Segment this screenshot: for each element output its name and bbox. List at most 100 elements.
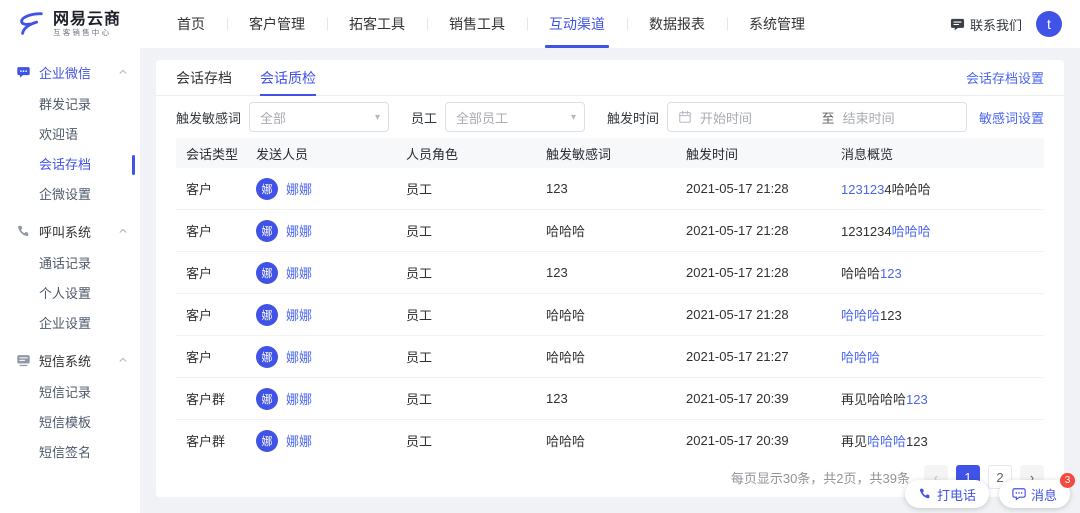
call-button[interactable]: 打电话	[905, 480, 989, 508]
nav-item[interactable]: 互动渠道	[527, 0, 627, 48]
chevron-down-icon: ▾	[375, 112, 380, 123]
sidebar-item[interactable]: 会话存档	[0, 150, 140, 180]
sidebar: 企业微信群发记录欢迎语会话存档企微设置呼叫系统通话记录个人设置企业设置短信系统短…	[0, 48, 140, 513]
cell-keyword: 123	[536, 181, 676, 196]
cell-trigger-time: 2021-05-17 20:39	[676, 391, 831, 406]
cell-sender: 娜娜娜	[246, 388, 396, 410]
highlighted-keyword[interactable]: 123	[880, 266, 902, 281]
cell-trigger-time: 2021-05-17 20:39	[676, 433, 831, 448]
floating-buttons: 打电话 消息 3	[905, 480, 1070, 508]
sensitive-filter-label: 触发敏感词	[176, 108, 241, 127]
sidebar-item[interactable]: 通话记录	[0, 249, 140, 279]
message-text: 1231234	[841, 224, 892, 239]
app-logo[interactable]: 网易云商 互客销售中心	[0, 9, 121, 39]
message-button[interactable]: 消息 3	[999, 480, 1070, 508]
cell-sender: 娜娜娜	[246, 262, 396, 284]
sender-avatar: 娜	[256, 178, 278, 200]
highlighted-keyword[interactable]: 哈哈哈	[841, 350, 880, 365]
time-range-picker[interactable]: 开始时间 至 结束时间	[667, 102, 967, 132]
cell-conversation-type: 客户	[176, 221, 246, 240]
cell-trigger-time: 2021-05-17 21:28	[676, 307, 831, 322]
table-row[interactable]: 客户娜娜娜员工哈哈哈2021-05-17 21:28哈哈哈123	[176, 294, 1044, 336]
sidebar-item[interactable]: 短信记录	[0, 378, 140, 408]
cell-conversation-type: 客户	[176, 179, 246, 198]
message-text: 4哈哈哈	[884, 182, 930, 197]
table-row[interactable]: 客户娜娜娜员工1232021-05-17 21:28哈哈哈123	[176, 252, 1044, 294]
start-time-placeholder: 开始时间	[700, 108, 814, 127]
sender-avatar: 娜	[256, 388, 278, 410]
cell-role: 员工	[396, 305, 536, 324]
tab-bar: 会话存档会话质检 会话存档设置	[156, 60, 1064, 96]
cell-role: 员工	[396, 221, 536, 240]
cell-keyword: 哈哈哈	[536, 431, 676, 450]
phone-icon	[918, 487, 932, 501]
message-preview: 1231234哈哈哈	[831, 179, 1044, 198]
table-row[interactable]: 客户群娜娜娜员工1232021-05-17 20:39再见哈哈哈123	[176, 378, 1044, 420]
nav-item[interactable]: 销售工具	[427, 0, 527, 48]
sidebar-section-label: 呼叫系统	[39, 222, 91, 241]
cell-sender: 娜娜娜	[246, 430, 396, 452]
message-text: 123	[880, 308, 902, 323]
sidebar-section-label: 短信系统	[39, 351, 91, 370]
nav-item[interactable]: 客户管理	[227, 0, 327, 48]
sender-name[interactable]: 娜娜	[286, 347, 312, 366]
nav-item[interactable]: 数据报表	[627, 0, 727, 48]
staff-filter-label: 员工	[411, 108, 437, 127]
highlighted-keyword[interactable]: 哈哈哈	[892, 224, 931, 239]
table-row[interactable]: 客户娜娜娜员工哈哈哈2021-05-17 21:281231234哈哈哈	[176, 210, 1044, 252]
message-text: 哈哈哈	[841, 266, 880, 281]
logo-title: 网易云商	[53, 11, 121, 29]
sidebar-item[interactable]: 企业设置	[0, 309, 140, 339]
table-row[interactable]: 客户娜娜娜员工1232021-05-17 21:281231234哈哈哈	[176, 168, 1044, 210]
highlighted-keyword[interactable]: 哈哈哈	[841, 308, 880, 323]
column-header: 触发时间	[676, 144, 831, 163]
sidebar-item[interactable]: 个人设置	[0, 279, 140, 309]
message-preview: 哈哈哈123	[831, 305, 1044, 324]
table-row[interactable]: 客户群娜娜娜员工哈哈哈2021-05-17 20:39再见哈哈哈123	[176, 420, 1044, 457]
sidebar-item[interactable]: 短信签名	[0, 438, 140, 468]
chevron-down-icon: ▾	[571, 112, 576, 123]
sidebar-item[interactable]: 企微设置	[0, 180, 140, 210]
sensitive-word-select[interactable]: 全部 ▾	[249, 102, 389, 132]
chevron-up-icon	[118, 67, 128, 77]
user-avatar[interactable]: t	[1036, 11, 1062, 37]
staff-select[interactable]: 全部员工 ▾	[445, 102, 585, 132]
highlighted-keyword[interactable]: 123	[906, 392, 928, 407]
table-body: 客户娜娜娜员工1232021-05-17 21:281231234哈哈哈客户娜娜…	[156, 168, 1064, 457]
archive-settings-link[interactable]: 会话存档设置	[966, 68, 1044, 87]
sidebar-item[interactable]: 短信模板	[0, 408, 140, 438]
sidebar-section-header[interactable]: 呼叫系统	[0, 213, 140, 249]
highlighted-keyword[interactable]: 123123	[841, 182, 884, 197]
cell-conversation-type: 客户	[176, 263, 246, 282]
tab-list: 会话存档会话质检	[176, 60, 344, 95]
column-header: 会话类型	[176, 144, 246, 163]
contact-us-label: 联系我们	[970, 15, 1022, 34]
sidebar-section: 短信系统短信记录短信模板短信签名	[0, 342, 140, 468]
sender-name[interactable]: 娜娜	[286, 263, 312, 282]
sidebar-section: 呼叫系统通话记录个人设置企业设置	[0, 213, 140, 339]
sidebar-section-header[interactable]: 短信系统	[0, 342, 140, 378]
highlighted-keyword[interactable]: 哈哈哈	[867, 434, 906, 449]
cell-role: 员工	[396, 431, 536, 450]
sender-name[interactable]: 娜娜	[286, 179, 312, 198]
keyword-settings-link[interactable]: 敏感词设置	[979, 108, 1044, 127]
sender-name[interactable]: 娜娜	[286, 431, 312, 450]
nav-item[interactable]: 拓客工具	[327, 0, 427, 48]
cell-sender: 娜娜娜	[246, 346, 396, 368]
sidebar-item[interactable]: 欢迎语	[0, 120, 140, 150]
nav-item[interactable]: 首页	[155, 0, 227, 48]
tab[interactable]: 会话质检	[260, 60, 316, 95]
sidebar-section-header[interactable]: 企业微信	[0, 54, 140, 90]
tab[interactable]: 会话存档	[176, 60, 232, 95]
message-icon	[1012, 487, 1026, 501]
sender-name[interactable]: 娜娜	[286, 389, 312, 408]
cell-keyword: 哈哈哈	[536, 347, 676, 366]
cell-conversation-type: 客户群	[176, 389, 246, 408]
sender-name[interactable]: 娜娜	[286, 221, 312, 240]
sender-name[interactable]: 娜娜	[286, 305, 312, 324]
sidebar-item[interactable]: 群发记录	[0, 90, 140, 120]
nav-item[interactable]: 系统管理	[727, 0, 827, 48]
table-row[interactable]: 客户娜娜娜员工哈哈哈2021-05-17 21:27哈哈哈	[176, 336, 1044, 378]
contact-us-button[interactable]: 联系我们	[950, 15, 1022, 34]
wecom-icon	[16, 65, 31, 80]
